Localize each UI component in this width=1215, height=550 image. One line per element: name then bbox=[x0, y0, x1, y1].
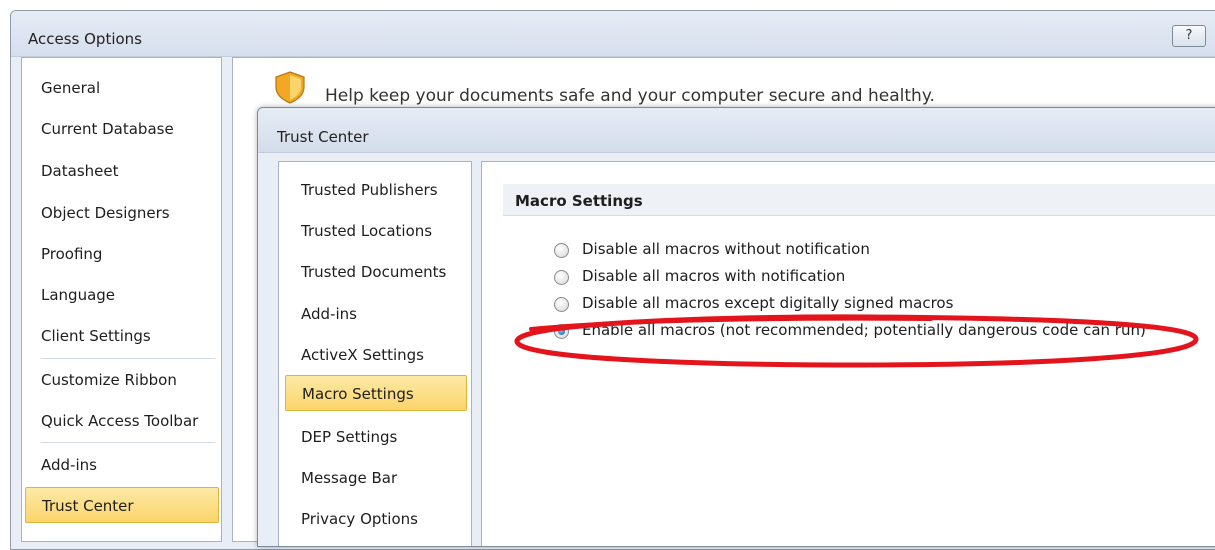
tc-nav-macro-settings[interactable]: Macro Settings bbox=[285, 375, 467, 411]
radio-button[interactable] bbox=[554, 297, 569, 312]
trust-center-titlebar: Trust Center bbox=[258, 108, 1215, 153]
tc-nav-trusted-locations[interactable]: Trusted Locations bbox=[279, 213, 471, 249]
nav-item-trust-center[interactable]: Trust Center bbox=[25, 487, 219, 523]
macro-settings-panel: Macro Settings Disable all macros withou… bbox=[481, 161, 1215, 546]
tc-nav-trusted-documents[interactable]: Trusted Documents bbox=[279, 254, 471, 290]
tc-nav-privacy-options[interactable]: Privacy Options bbox=[279, 501, 471, 537]
help-text: Help keep your documents safe and your c… bbox=[325, 86, 935, 106]
radio-button-selected[interactable] bbox=[554, 324, 569, 339]
radio-button[interactable] bbox=[554, 243, 569, 258]
access-options-nav: General Current Database Datasheet Objec… bbox=[21, 57, 222, 542]
window-title: Access Options bbox=[28, 30, 142, 48]
tc-nav-dep-settings[interactable]: DEP Settings bbox=[279, 419, 471, 455]
nav-item-language[interactable]: Language bbox=[22, 277, 221, 313]
nav-item-general[interactable]: General bbox=[22, 70, 221, 106]
option-label: Enable all macros (not recommended; pote… bbox=[582, 321, 1146, 339]
access-options-titlebar: Access Options ? bbox=[11, 11, 1215, 57]
nav-item-proofing[interactable]: Proofing bbox=[22, 236, 221, 272]
help-button[interactable]: ? bbox=[1172, 25, 1206, 47]
nav-item-datasheet[interactable]: Datasheet bbox=[22, 153, 221, 189]
trust-center-nav: Trusted Publishers Trusted Locations Tru… bbox=[278, 161, 472, 546]
option-label: Disable all macros without notification bbox=[582, 240, 870, 258]
tc-nav-activex-settings[interactable]: ActiveX Settings bbox=[279, 337, 471, 373]
nav-item-add-ins[interactable]: Add-ins bbox=[22, 447, 221, 483]
section-title: Macro Settings bbox=[515, 192, 643, 210]
option-label: Disable all macros with notification bbox=[582, 267, 846, 285]
nav-item-object-designers[interactable]: Object Designers bbox=[22, 195, 221, 231]
tc-nav-message-bar[interactable]: Message Bar bbox=[279, 460, 471, 496]
tc-nav-add-ins[interactable]: Add-ins bbox=[279, 296, 471, 332]
nav-item-current-database[interactable]: Current Database bbox=[22, 111, 221, 147]
nav-item-quick-access-toolbar[interactable]: Quick Access Toolbar bbox=[22, 403, 221, 439]
nav-item-customize-ribbon[interactable]: Customize Ribbon bbox=[22, 362, 221, 398]
section-header: Macro Settings bbox=[503, 184, 1215, 216]
shield-icon bbox=[275, 71, 305, 104]
radio-button[interactable] bbox=[554, 270, 569, 285]
nav-item-client-settings[interactable]: Client Settings bbox=[22, 318, 221, 354]
nav-divider bbox=[41, 358, 215, 359]
trust-center-dialog: Trust Center Trusted Publishers Trusted … bbox=[257, 107, 1215, 547]
nav-divider bbox=[41, 442, 215, 443]
dialog-title: Trust Center bbox=[277, 128, 369, 146]
tc-nav-trusted-publishers[interactable]: Trusted Publishers bbox=[279, 172, 471, 208]
option-label: Disable all macros except digitally sign… bbox=[582, 294, 954, 312]
